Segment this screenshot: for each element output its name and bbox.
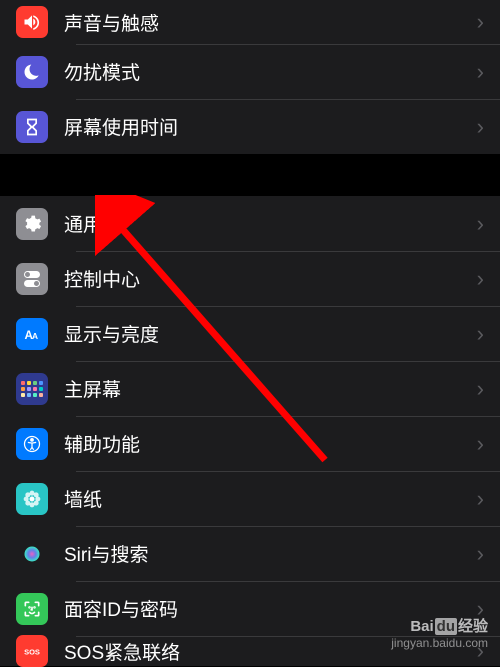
watermark-brand-prefix: Bai (410, 618, 433, 635)
row-label: 勿扰模式 (64, 58, 477, 85)
chevron-right-icon: › (477, 59, 484, 85)
chevron-right-icon: › (477, 431, 484, 457)
svg-text:SOS: SOS (24, 647, 40, 656)
watermark-brand-mid: du (435, 618, 457, 635)
settings-row-general[interactable]: 通用 › (0, 196, 500, 251)
chevron-right-icon: › (477, 486, 484, 512)
chevron-right-icon: › (477, 541, 484, 567)
gear-icon (16, 208, 48, 240)
chevron-right-icon: › (477, 114, 484, 140)
settings-row-control-center[interactable]: 控制中心 › (0, 251, 500, 306)
settings-row-sound[interactable]: 声音与触感 › (0, 0, 500, 44)
sos-icon: SOS (16, 635, 48, 667)
faceid-icon (16, 593, 48, 625)
chevron-right-icon: › (477, 376, 484, 402)
chevron-right-icon: › (477, 211, 484, 237)
hourglass-icon (16, 111, 48, 143)
settings-group-2: 通用 › 控制中心 › AA 显示与亮度 › 主屏幕 › 辅助功能 › 墙纸 › (0, 196, 500, 666)
group-separator (0, 154, 500, 196)
settings-row-siri[interactable]: Siri与搜索 › (0, 526, 500, 581)
row-label: 屏幕使用时间 (64, 113, 477, 140)
settings-group-1: 声音与触感 › 勿扰模式 › 屏幕使用时间 › (0, 0, 500, 154)
row-label: 声音与触感 (64, 9, 477, 36)
row-label: 墙纸 (64, 485, 477, 512)
text-size-icon: AA (16, 318, 48, 350)
settings-row-screentime[interactable]: 屏幕使用时间 › (0, 99, 500, 154)
watermark-url: jingyan.baidu.com (391, 636, 488, 652)
chevron-right-icon: › (477, 266, 484, 292)
settings-row-display[interactable]: AA 显示与亮度 › (0, 306, 500, 361)
row-label: 主屏幕 (64, 375, 477, 402)
row-label: 辅助功能 (64, 430, 477, 457)
chevron-right-icon: › (477, 9, 484, 35)
row-label: 通用 (64, 210, 477, 237)
moon-icon (16, 56, 48, 88)
app-grid-icon (16, 373, 48, 405)
toggles-icon (16, 263, 48, 295)
siri-icon (16, 538, 48, 570)
settings-row-home-screen[interactable]: 主屏幕 › (0, 361, 500, 416)
row-label: 显示与亮度 (64, 320, 477, 347)
settings-row-dnd[interactable]: 勿扰模式 › (0, 44, 500, 99)
row-label: 控制中心 (64, 265, 477, 292)
chevron-right-icon: › (477, 321, 484, 347)
settings-row-accessibility[interactable]: 辅助功能 › (0, 416, 500, 471)
row-label: Siri与搜索 (64, 540, 477, 567)
watermark: Baidu经验 jingyan.baidu.com (391, 617, 488, 652)
accessibility-icon (16, 428, 48, 460)
watermark-brand-suffix: 经验 (458, 618, 488, 635)
flower-icon (16, 483, 48, 515)
svg-text:A: A (32, 331, 38, 341)
sound-icon (16, 6, 48, 38)
settings-row-wallpaper[interactable]: 墙纸 › (0, 471, 500, 526)
